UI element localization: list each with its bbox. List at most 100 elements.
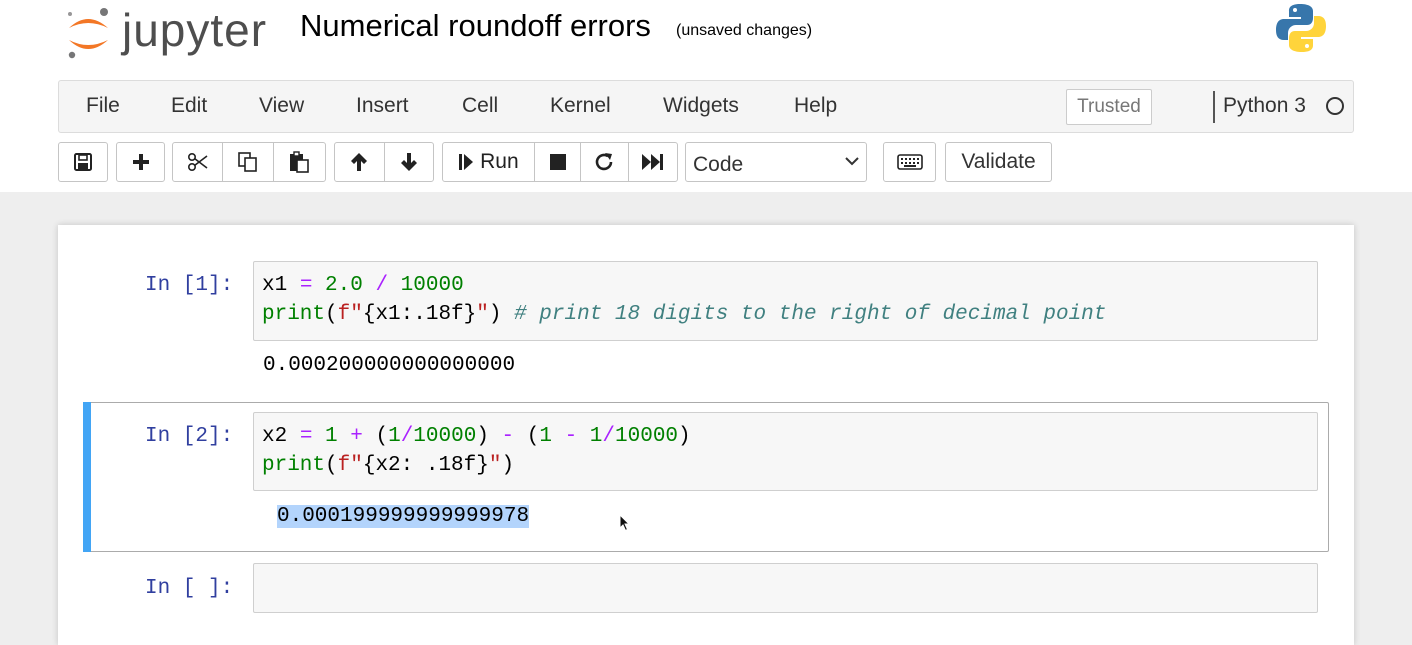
run-icon <box>459 154 474 170</box>
copy-button[interactable] <box>223 143 274 181</box>
code-token: = <box>299 425 313 448</box>
code-token: 1 <box>539 425 552 448</box>
notebook-header: jupyter Numerical roundoff errors (unsav… <box>0 0 1412 80</box>
insert-cell-button[interactable] <box>117 143 164 181</box>
code-token: ( <box>375 425 389 448</box>
code-token: ( <box>325 454 338 477</box>
menu-file[interactable]: File <box>86 94 120 118</box>
code-token: ( <box>526 425 540 448</box>
toolbar-group-run: Run <box>442 142 678 182</box>
toolbar-group-clipboard <box>172 142 326 182</box>
cell-type-select[interactable]: Code <box>685 142 867 182</box>
run-button-label: Run <box>480 150 519 173</box>
cut-button[interactable] <box>173 143 224 181</box>
cell-1-code-line-2: print(f"{x1:.18f}") # print 18 digits to… <box>262 303 1106 326</box>
cell-1-output: 0.000200000000000000 <box>263 354 516 377</box>
run-all-button[interactable] <box>629 143 677 181</box>
menu-cell[interactable]: Cell <box>462 94 498 118</box>
run-button[interactable]: Run <box>443 143 535 181</box>
kernel-idle-icon <box>1326 97 1344 115</box>
cell-2-code-line-1: x2 = 1 + (1/10000) - (1 - 1/10000) <box>262 425 691 448</box>
menubar: File Edit View Insert Cell Kernel Widget… <box>58 80 1354 133</box>
command-palette-button[interactable] <box>883 142 936 182</box>
cut-icon <box>187 152 208 172</box>
code-token: ) <box>476 425 502 448</box>
copy-icon <box>238 152 257 172</box>
restart-icon <box>596 153 613 171</box>
code-token: / <box>400 425 414 448</box>
kernel-name[interactable]: Python 3 <box>1223 94 1306 118</box>
toolbar-group-insert <box>116 142 165 182</box>
fast-forward-icon <box>641 154 663 170</box>
cell-1-input[interactable]: x1 = 2.0 / 10000 print(f"{x1:.18f}") # p… <box>253 261 1318 341</box>
code-token: 1 <box>589 425 603 448</box>
restart-button[interactable] <box>581 143 629 181</box>
code-token: x2 <box>262 425 300 448</box>
code-token: 10000 <box>413 425 477 448</box>
code-token: ) <box>488 303 515 326</box>
arrow-down-icon <box>400 153 417 171</box>
cell-1-prompt: In [1]: <box>145 274 234 297</box>
paste-icon <box>290 151 310 173</box>
interrupt-button[interactable] <box>535 143 582 181</box>
mouse-cursor-icon <box>619 514 631 532</box>
code-token: {x1:.18f} <box>362 303 477 326</box>
cell-2-input[interactable]: x2 = 1 + (1/10000) - (1 - 1/10000) print… <box>253 412 1318 491</box>
code-token: + <box>350 425 363 448</box>
code-token: 1 <box>388 425 401 448</box>
validate-button[interactable]: Validate <box>945 142 1052 182</box>
cell-2-prompt: In [2]: <box>145 425 234 448</box>
code-token: x1 <box>262 274 300 297</box>
menu-kernel[interactable]: Kernel <box>550 94 611 118</box>
trusted-indicator[interactable]: Trusted <box>1066 89 1152 125</box>
keyboard-icon <box>896 154 923 170</box>
plus-icon <box>132 154 149 170</box>
cell-2-code-line-2: print(f"{x2: .18f}") <box>262 454 514 477</box>
stop-icon <box>549 154 566 170</box>
menu-insert[interactable]: Insert <box>356 94 409 118</box>
python-logo-icon <box>1276 4 1326 52</box>
code-comment: # print 18 digits to the right of decima… <box>514 303 1107 326</box>
jupyter-logo-icon <box>68 8 108 59</box>
code-token: f" <box>337 303 363 326</box>
save-icon <box>74 153 92 171</box>
cell-1-code-line-1: x1 = 2.0 / 10000 <box>262 274 464 297</box>
jupyter-wordmark: jupyter <box>122 4 268 56</box>
code-token: ) <box>678 425 691 448</box>
code-token: 2.0 <box>325 274 363 297</box>
move-up-button[interactable] <box>335 143 385 181</box>
code-token: 10000 <box>615 425 679 448</box>
code-token: " <box>476 303 489 326</box>
code-token: print <box>262 303 326 326</box>
arrow-up-icon <box>351 153 368 171</box>
kernel-separator <box>1213 91 1215 123</box>
menu-widgets[interactable]: Widgets <box>663 94 739 118</box>
code-token: f" <box>337 454 363 477</box>
code-token: 1 <box>325 425 338 448</box>
chevron-down-icon <box>845 157 859 166</box>
code-token: - <box>501 425 515 448</box>
code-token: 10000 <box>400 274 464 297</box>
cell-2-output[interactable]: 0.000199999999999978 <box>277 505 530 528</box>
jupyter-logo[interactable]: jupyter <box>62 4 277 64</box>
paste-button[interactable] <box>274 143 325 181</box>
menu-help[interactable]: Help <box>794 94 837 118</box>
code-token: = <box>299 274 313 297</box>
code-token: / <box>375 274 389 297</box>
toolbar-group-move <box>334 142 434 182</box>
cell-3-input[interactable] <box>253 563 1318 613</box>
code-token: {x2: .18f} <box>362 454 489 477</box>
notebook-title[interactable]: Numerical roundoff errors <box>300 8 651 44</box>
menu-view[interactable]: View <box>259 94 304 118</box>
cell-type-value: Code <box>693 153 744 176</box>
selected-cell-indicator <box>83 402 91 552</box>
menu-edit[interactable]: Edit <box>171 94 207 118</box>
code-token: / <box>602 425 616 448</box>
save-status: (unsaved changes) <box>676 22 813 39</box>
cell-3-prompt: In [ ]: <box>145 577 234 600</box>
save-button[interactable] <box>59 143 107 181</box>
code-token: ) <box>501 454 515 477</box>
code-token: - <box>564 425 578 448</box>
move-down-button[interactable] <box>385 143 434 181</box>
code-token: " <box>488 454 502 477</box>
